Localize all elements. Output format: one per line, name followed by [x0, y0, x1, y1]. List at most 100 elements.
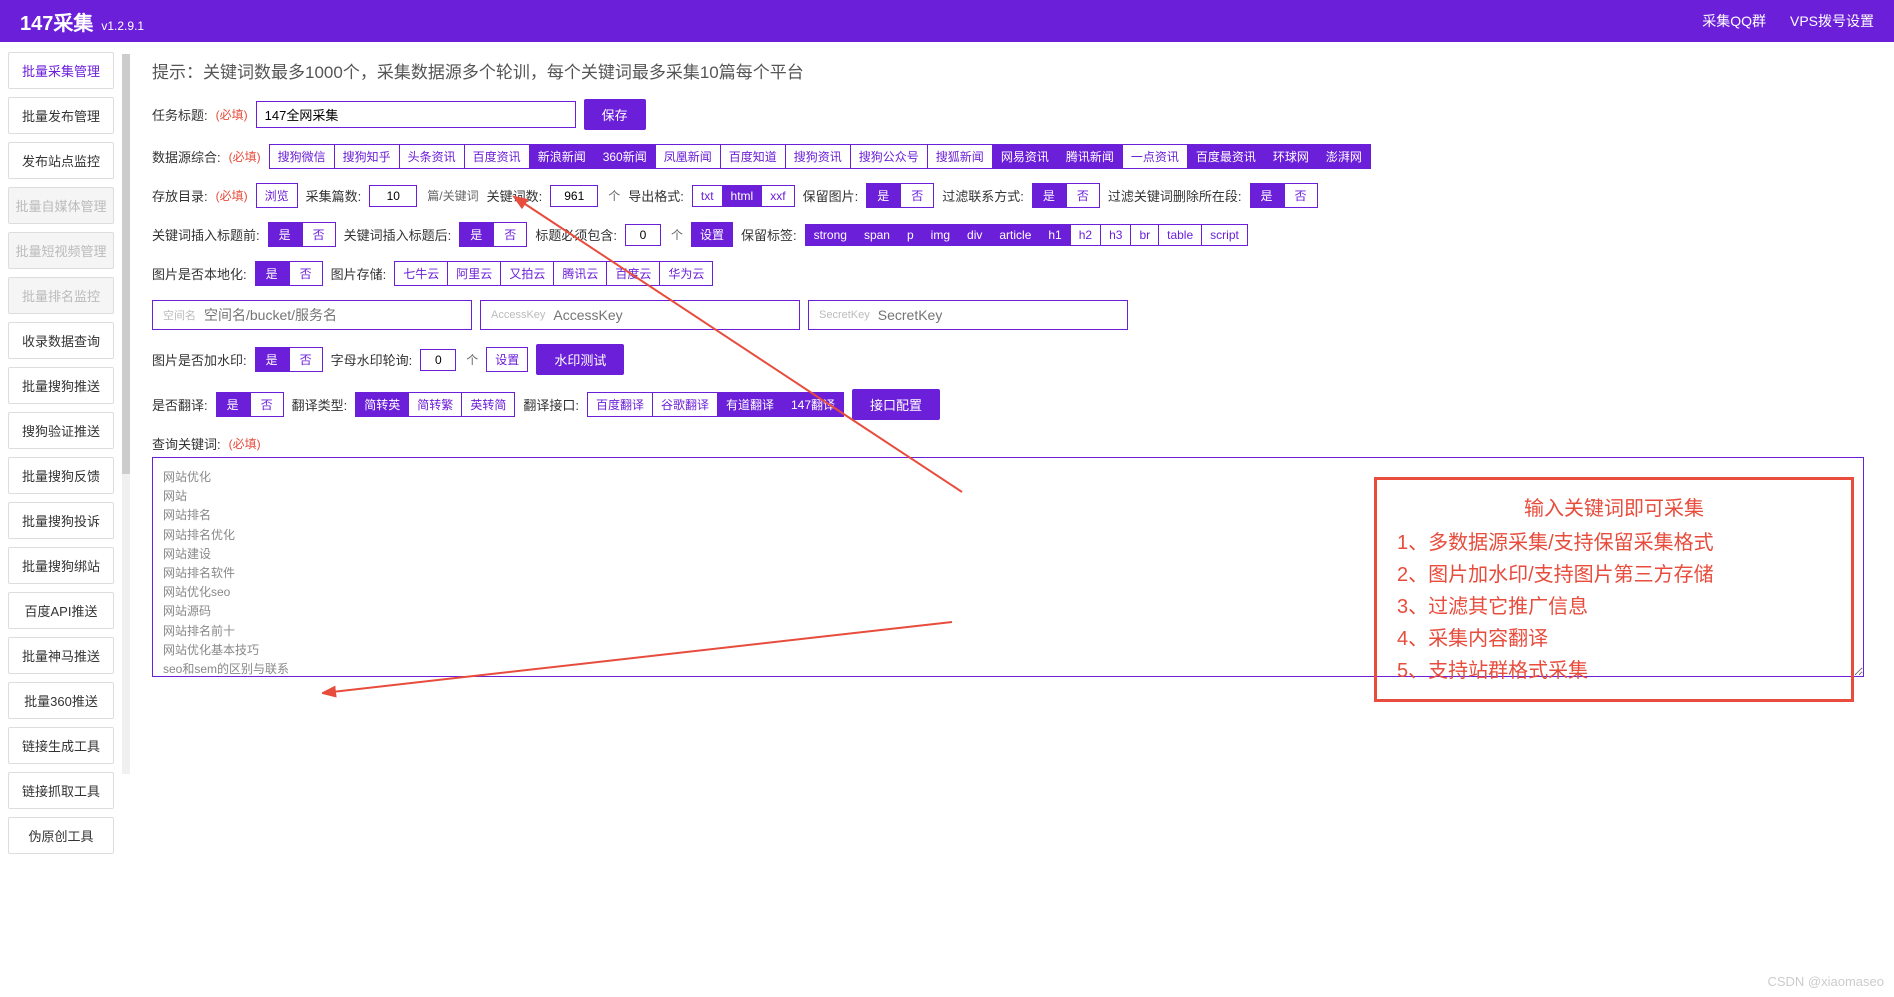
source-tag-9[interactable]: 搜狗公众号 [851, 144, 928, 169]
title-must-set-button[interactable]: 设置 [691, 222, 733, 247]
sidebar-item-7[interactable]: 批量搜狗推送 [8, 367, 114, 404]
sidebar-item-11[interactable]: 批量搜狗绑站 [8, 547, 114, 584]
filter-contact-no[interactable]: 否 [1066, 183, 1100, 208]
kw-before-no[interactable]: 否 [302, 222, 336, 247]
keeptag-2[interactable]: p [899, 224, 923, 246]
watermark-interval-input[interactable] [420, 349, 456, 371]
source-tag-4[interactable]: 新浪新闻 [530, 144, 595, 169]
sidebar-item-10[interactable]: 批量搜狗投诉 [8, 502, 114, 539]
keeptag-7[interactable]: h2 [1071, 224, 1101, 246]
source-tag-8[interactable]: 搜狗资讯 [786, 144, 851, 169]
link-vps-settings[interactable]: VPS拨号设置 [1790, 11, 1874, 31]
task-title-input[interactable] [256, 101, 576, 128]
img-local-toggle[interactable]: 是否 [255, 261, 323, 286]
keeptag-6[interactable]: h1 [1040, 224, 1070, 246]
transiface-tag-1[interactable]: 谷歌翻译 [653, 392, 718, 417]
source-tag-0[interactable]: 搜狗微信 [269, 144, 335, 169]
title-must-count-input[interactable] [625, 224, 661, 246]
keeptag-8[interactable]: h3 [1101, 224, 1131, 246]
keep-image-yes[interactable]: 是 [866, 183, 900, 208]
keeptag-10[interactable]: table [1159, 224, 1202, 246]
accesskey-input[interactable] [553, 307, 789, 323]
watermark-toggle[interactable]: 是否 [255, 347, 323, 372]
source-tag-10[interactable]: 搜狐新闻 [928, 144, 993, 169]
transiface-tag-0[interactable]: 百度翻译 [587, 392, 653, 417]
keeptag-3[interactable]: img [923, 224, 959, 246]
watermark-test-button[interactable]: 水印测试 [536, 344, 624, 375]
source-tag-14[interactable]: 百度最资讯 [1188, 144, 1265, 169]
kw-before-yes[interactable]: 是 [268, 222, 302, 247]
imgstore-tag-3[interactable]: 腾讯云 [554, 261, 607, 286]
browse-button[interactable]: 浏览 [256, 183, 298, 208]
sidebar-item-16[interactable]: 链接抓取工具 [8, 772, 114, 809]
watermark-no[interactable]: 否 [289, 347, 323, 372]
source-tag-1[interactable]: 搜狗知乎 [335, 144, 400, 169]
keep-image-no[interactable]: 否 [900, 183, 934, 208]
sidebar-item-15[interactable]: 链接生成工具 [8, 727, 114, 764]
filter-kw-para-yes[interactable]: 是 [1250, 183, 1284, 208]
watermark-set-button[interactable]: 设置 [486, 347, 528, 372]
kw-after-yes[interactable]: 是 [459, 222, 493, 247]
filter-contact-toggle[interactable]: 是否 [1032, 183, 1100, 208]
bucket-input[interactable] [204, 307, 461, 323]
keeptag-1[interactable]: span [856, 224, 899, 246]
imgstore-tag-5[interactable]: 华为云 [660, 261, 713, 286]
iface-config-button[interactable]: 接口配置 [852, 389, 940, 420]
link-qq-group[interactable]: 采集QQ群 [1702, 11, 1766, 31]
sidebar-item-6[interactable]: 收录数据查询 [8, 322, 114, 359]
sidebar-item-1[interactable]: 批量发布管理 [8, 97, 114, 134]
filter-contact-yes[interactable]: 是 [1032, 183, 1066, 208]
keeptag-4[interactable]: div [959, 224, 991, 246]
keep-image-toggle[interactable]: 是否 [866, 183, 934, 208]
sidebar-item-9[interactable]: 批量搜狗反馈 [8, 457, 114, 494]
collect-count-input[interactable] [369, 185, 417, 207]
transtype-tag-0[interactable]: 简转英 [355, 392, 409, 417]
transiface-tag-2[interactable]: 有道翻译 [718, 392, 783, 417]
exportfmt-tag-0[interactable]: txt [692, 185, 723, 207]
sidebar-item-2[interactable]: 发布站点监控 [8, 142, 114, 179]
sidebar-scrollbar[interactable] [122, 54, 130, 774]
transtype-tag-1[interactable]: 简转繁 [409, 392, 462, 417]
filter-kw-para-toggle[interactable]: 是否 [1250, 183, 1318, 208]
source-tag-13[interactable]: 一点资讯 [1123, 144, 1188, 169]
kw-after-title-toggle[interactable]: 是否 [459, 222, 527, 247]
source-tag-16[interactable]: 澎湃网 [1318, 144, 1371, 169]
sidebar-item-0[interactable]: 批量采集管理 [8, 52, 114, 89]
filter-kw-para-no[interactable]: 否 [1284, 183, 1318, 208]
imgstore-tag-2[interactable]: 又拍云 [501, 261, 554, 286]
exportfmt-tag-1[interactable]: html [723, 185, 763, 207]
kw-before-title-toggle[interactable]: 是否 [268, 222, 336, 247]
source-tag-7[interactable]: 百度知道 [721, 144, 786, 169]
img-local-yes[interactable]: 是 [255, 261, 289, 286]
source-tag-2[interactable]: 头条资讯 [400, 144, 465, 169]
source-tag-3[interactable]: 百度资讯 [465, 144, 530, 169]
source-tag-6[interactable]: 凤凰新闻 [656, 144, 721, 169]
keeptag-0[interactable]: strong [805, 224, 856, 246]
imgstore-tag-0[interactable]: 七牛云 [394, 261, 448, 286]
translate-yes[interactable]: 是 [216, 392, 250, 417]
transiface-tag-3[interactable]: 147翻译 [783, 392, 844, 417]
kw-count-input[interactable] [550, 185, 598, 207]
sidebar-item-8[interactable]: 搜狗验证推送 [8, 412, 114, 449]
keywords-textarea[interactable] [152, 457, 1864, 677]
translate-toggle[interactable]: 是否 [216, 392, 284, 417]
sidebar-item-17[interactable]: 伪原创工具 [8, 817, 114, 854]
exportfmt-tag-2[interactable]: xxf [762, 185, 794, 207]
keeptag-9[interactable]: br [1131, 224, 1159, 246]
source-tag-15[interactable]: 环球网 [1265, 144, 1318, 169]
source-tag-5[interactable]: 360新闻 [595, 144, 656, 169]
sidebar-item-12[interactable]: 百度API推送 [8, 592, 114, 629]
imgstore-tag-4[interactable]: 百度云 [607, 261, 660, 286]
source-tag-11[interactable]: 网易资讯 [993, 144, 1058, 169]
translate-no[interactable]: 否 [250, 392, 284, 417]
imgstore-tag-1[interactable]: 阿里云 [448, 261, 501, 286]
secretkey-input[interactable] [878, 307, 1117, 323]
sidebar-item-14[interactable]: 批量360推送 [8, 682, 114, 719]
kw-after-no[interactable]: 否 [493, 222, 527, 247]
sidebar-item-13[interactable]: 批量神马推送 [8, 637, 114, 674]
source-tag-12[interactable]: 腾讯新闻 [1058, 144, 1123, 169]
img-local-no[interactable]: 否 [289, 261, 323, 286]
save-button[interactable]: 保存 [584, 99, 646, 130]
transtype-tag-2[interactable]: 英转简 [462, 392, 515, 417]
watermark-yes[interactable]: 是 [255, 347, 289, 372]
